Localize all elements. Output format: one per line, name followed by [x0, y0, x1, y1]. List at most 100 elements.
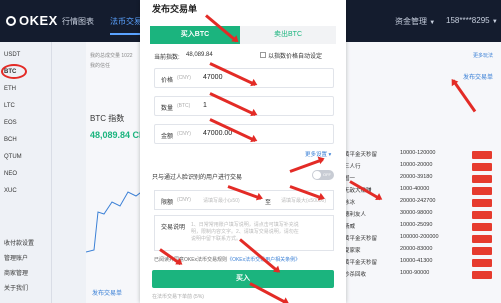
merchant-name[interactable]: 夏家家: [344, 246, 378, 254]
face-verified-toggle[interactable]: OFF: [312, 170, 334, 180]
quantity-label: 数量: [161, 106, 174, 112]
limit-range: 20000-242700: [400, 198, 436, 204]
limit-label: 限额: [161, 200, 174, 206]
limit-range: 1000-90000: [400, 270, 430, 276]
publish-order-link[interactable]: 发布交易单: [463, 72, 493, 81]
chevron-down-icon: ▼: [429, 20, 436, 26]
okex-logo[interactable]: OKEX: [6, 13, 58, 28]
logo-icon: [6, 16, 16, 26]
merchant-name[interactable]: 冰冰: [344, 198, 378, 206]
buy-button[interactable]: [472, 163, 492, 171]
toggle-knob: [313, 171, 321, 179]
merchant-name[interactable]: 秒杀回收: [344, 270, 378, 278]
btc-index-label: BTC 指数: [90, 114, 125, 123]
nav-account-label: 158****8295: [446, 16, 490, 25]
more-link[interactable]: 更多玩法: [473, 52, 493, 59]
nav-account[interactable]: 158****8295 ▼: [446, 16, 498, 25]
table-row: 德利友人 30000-98000: [340, 210, 501, 220]
limit-range: 20000-83000: [400, 246, 433, 252]
table-row: 黄平金天秒留 10000-120000: [340, 150, 501, 160]
merchant-name[interactable]: 黄平金天秒留: [344, 258, 378, 266]
limit-range: 10000-25090: [400, 222, 433, 228]
auto-price-label: 以指数价格自动设定: [268, 54, 323, 60]
merchant-name[interactable]: 德利友人: [344, 210, 378, 218]
quantity-field[interactable]: 数量 (BTC) 1: [154, 96, 334, 116]
nav-fund-label: 资金管理: [395, 17, 427, 26]
description-label: 交易说明: [161, 225, 186, 231]
table-row: 秒杀回收 1000-90000: [340, 270, 501, 280]
buy-button[interactable]: [472, 271, 492, 279]
merchant-name[interactable]: 三人行: [344, 162, 378, 170]
limit-to-text: 至: [265, 200, 272, 206]
total-volume-text: 我的总成交量 1022: [90, 53, 133, 59]
sidebar-link-manage-account[interactable]: 管理账户: [4, 253, 28, 262]
limit-range: 20000-39180: [400, 174, 433, 180]
sidebar-coin-bch[interactable]: BCH: [4, 137, 17, 143]
buy-button[interactable]: [472, 247, 492, 255]
buy-submit-button[interactable]: 买入: [152, 270, 334, 288]
buy-button[interactable]: [472, 151, 492, 159]
coin-sidebar: USDT BTC ETH LTC EOS BCH QTUM NEO XUC 收付…: [0, 42, 52, 303]
tab-sell-btc[interactable]: 卖出BTC: [240, 26, 336, 44]
sidebar-coin-neo[interactable]: NEO: [4, 171, 17, 177]
price-unit: (CNY): [177, 75, 191, 81]
buy-button[interactable]: [472, 211, 492, 219]
buy-button[interactable]: [472, 187, 492, 195]
sidebar-link-merchant[interactable]: 商家管理: [4, 268, 28, 277]
quantity-unit: (BTC): [177, 103, 191, 109]
face-verified-label: 只与通过人脸识别的用户进行交易: [152, 175, 243, 181]
table-row: 杨威 10000-25090: [340, 222, 501, 232]
amount-unit: (CNY): [177, 131, 191, 137]
table-row: 冰冰 20000-242700: [340, 198, 501, 208]
buy-button[interactable]: [472, 223, 492, 231]
logo-text: OKEX: [19, 13, 58, 28]
btc-highlight-circle: [1, 64, 27, 79]
limit-range: 10000-120000: [400, 150, 436, 156]
auto-price-checkbox[interactable]: [260, 52, 266, 58]
trust-text: 我的信任: [90, 63, 111, 69]
quantity-value: 1: [203, 102, 207, 109]
limit-range: 100000-200000: [400, 234, 439, 240]
chevron-down-icon: ▼: [491, 19, 498, 25]
table-row: 黄平金天秒留 10000-41300: [340, 258, 501, 268]
limit-range: 10000-41300: [400, 258, 433, 264]
sidebar-coin-usdt[interactable]: USDT: [4, 52, 20, 58]
buy-button[interactable]: [472, 235, 492, 243]
description-placeholder: 1、日常常用账户填写说明，请点击可填写补充说明，限制内容文字。2、请填写交易说明…: [191, 222, 299, 242]
footer-note: 在法币交易下单前 (5%): [152, 294, 204, 300]
limit-range: 1000-40000: [400, 186, 430, 192]
sidebar-coin-eos[interactable]: EOS: [4, 120, 17, 126]
nav-otc-trade[interactable]: 法币交易: [110, 16, 142, 35]
buy-button[interactable]: [472, 199, 492, 207]
nav-fund-management[interactable]: 资金管理 ▼: [395, 16, 435, 27]
table-row: 国一 20000-39180: [340, 174, 501, 184]
sidebar-link-payment-settings[interactable]: 收付款设置: [4, 238, 34, 247]
limit-min-input[interactable]: 请填写最小(≥50): [203, 197, 240, 204]
table-row: 黄平金天秒留 100000-200000: [340, 234, 501, 244]
price-value: 47000: [203, 74, 223, 81]
dialog-title: 发布交易单: [152, 4, 198, 14]
table-row: 三人行 10000-20000: [340, 162, 501, 172]
toggle-state: OFF: [323, 172, 331, 177]
table-row: 夏家家 20000-83000: [340, 246, 501, 256]
sidebar-coin-ltc[interactable]: LTC: [4, 103, 15, 109]
buy-button[interactable]: [472, 259, 492, 267]
terms-text: 已阅读并同意OKEx法币交易规则: [154, 257, 228, 263]
limit-range: 30000-98000: [400, 210, 433, 216]
sidebar-coin-eth[interactable]: ETH: [4, 86, 16, 92]
sidebar-link-about[interactable]: 关于我们: [4, 283, 28, 292]
sidebar-coin-qtum[interactable]: QTUM: [4, 154, 22, 160]
price-label: 价格: [161, 78, 174, 84]
okex-otc-page: OKEX 行情图表 法币交易 资金管理 ▼ 158****8295 ▼ USDT…: [0, 0, 501, 303]
merchant-name[interactable]: 黄平金天秒留: [344, 234, 378, 242]
amount-label: 金额: [161, 134, 174, 140]
merchant-list-panel: 更多玩法 发布交易单 黄平金天秒留 10000-120000 三人行 10000-2…: [340, 42, 501, 303]
current-index-value: 48,089.84: [186, 52, 213, 58]
limit-unit: (CNY): [177, 197, 191, 203]
mid-publish-link[interactable]: 发布交易单: [92, 288, 122, 297]
nav-market-chart[interactable]: 行情图表: [62, 16, 94, 27]
sidebar-coin-xuc[interactable]: XUC: [4, 188, 17, 194]
merchant-name[interactable]: 杨威: [344, 222, 378, 230]
merchant-name[interactable]: 黄平金天秒留: [344, 150, 378, 158]
buy-button[interactable]: [472, 175, 492, 183]
